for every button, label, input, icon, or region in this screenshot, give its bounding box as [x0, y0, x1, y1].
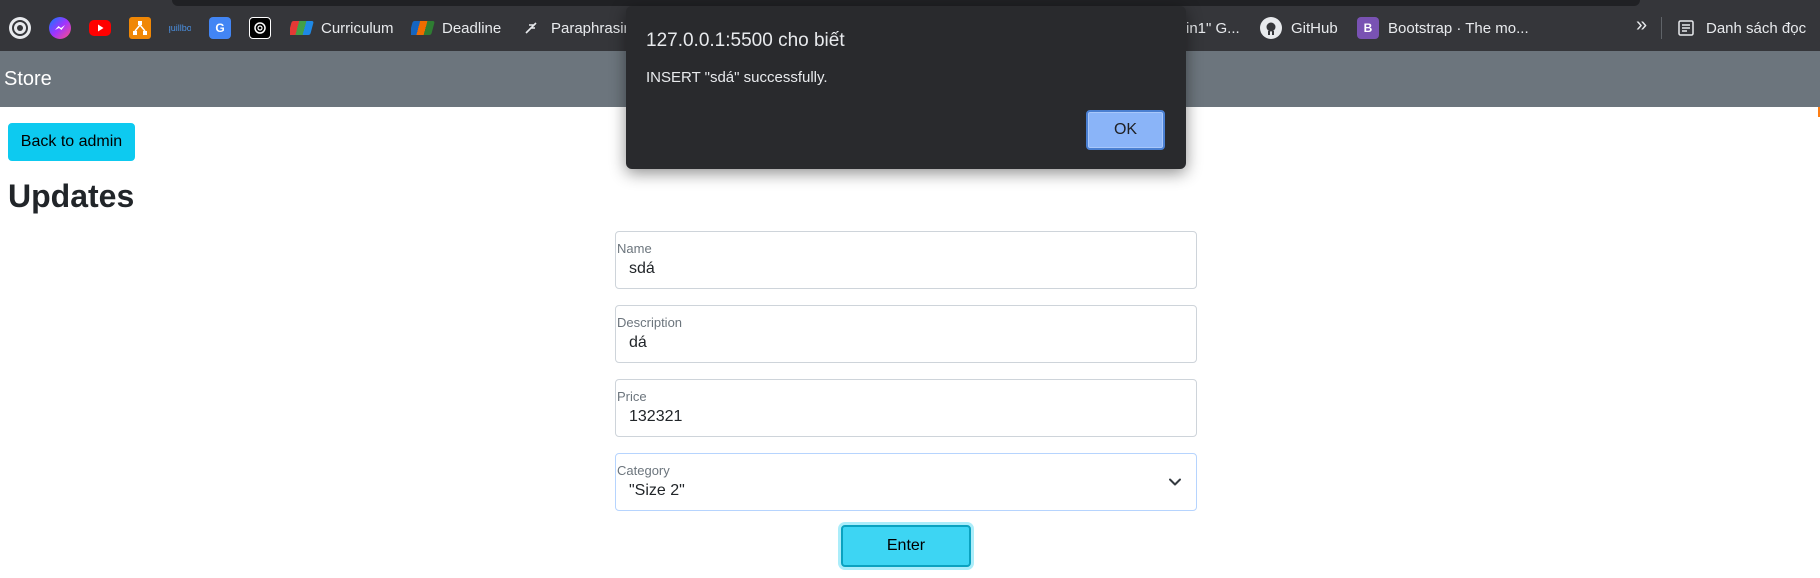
messenger-icon [49, 17, 71, 39]
name-value[interactable]: sdá [629, 260, 655, 278]
curriculum-icon [290, 21, 314, 35]
youtube-icon [89, 20, 111, 36]
enter-button[interactable]: Enter [841, 525, 971, 567]
translate-icon: G [209, 17, 231, 39]
page-title: Updates [8, 178, 135, 214]
price-field[interactable]: Price 132321 [615, 379, 1197, 437]
ok-button[interactable]: OK [1086, 110, 1165, 150]
price-label: Price [617, 389, 647, 404]
chevron-down-icon [1169, 478, 1181, 486]
bookmark-partial[interactable]: in1" G... [1186, 16, 1240, 40]
reader-icon [9, 17, 31, 39]
bookmark-diagram[interactable] [129, 16, 151, 40]
name-field[interactable]: Name sdá [615, 231, 1197, 289]
bookmark-github[interactable]: GitHub [1260, 16, 1338, 40]
category-label: Category [617, 463, 670, 478]
github-icon [1260, 17, 1282, 39]
category-select[interactable]: Category "Size 2" [615, 453, 1197, 511]
bookmark-label: Bootstrap · The mo... [1388, 19, 1529, 37]
price-value[interactable]: 132321 [629, 408, 682, 426]
fpt-icon [411, 21, 435, 35]
bookmark-label: Paraphrasin [551, 19, 630, 37]
diagram-icon [129, 17, 151, 39]
bookmarks-overflow-button[interactable]: » [1636, 14, 1647, 37]
quillbot-icon: quillbot [169, 23, 191, 33]
description-label: Description [617, 315, 683, 330]
bookmarks-divider [1661, 17, 1662, 39]
reading-list-icon [1675, 17, 1697, 39]
bookmark-deadline[interactable]: Deadline [411, 16, 501, 40]
alert-dialog: 127.0.0.1:5500 cho biết INSERT "sdá" suc… [626, 6, 1186, 169]
navbar-brand[interactable]: Store [4, 68, 52, 91]
name-label: Name [617, 241, 652, 256]
bookmark-paraphrasing[interactable]: Paraphrasin [520, 16, 630, 40]
description-field[interactable]: Description dá [615, 305, 1197, 363]
bookmark-label: in1" G... [1186, 19, 1240, 37]
description-value[interactable]: dá [629, 334, 647, 352]
bookmark-quillbot[interactable]: quillbot [169, 16, 191, 40]
reading-list-label: Danh sách đọc [1706, 19, 1807, 37]
bookmark-bootstrap[interactable]: B Bootstrap · The mo... [1357, 16, 1529, 40]
reading-list-button[interactable]: Danh sách đọc [1675, 16, 1806, 40]
bookmark-messenger[interactable] [49, 16, 71, 40]
back-to-admin-button[interactable]: Back to admin [8, 123, 135, 161]
category-value[interactable]: "Size 2" [629, 482, 685, 500]
bookmark-label: GitHub [1291, 19, 1338, 37]
dialog-message: INSERT "sdá" successfully. [646, 69, 828, 86]
bookmark-youtube[interactable] [89, 16, 111, 40]
bookmark-translate[interactable]: G [209, 16, 231, 40]
bookmark-label: Deadline [442, 19, 502, 37]
bookmark-label: Curriculum [321, 19, 394, 37]
bookmark-reader[interactable] [9, 16, 31, 40]
feather-icon [520, 17, 542, 39]
bookmark-curriculum[interactable]: Curriculum [290, 16, 394, 40]
dialog-origin: 127.0.0.1:5500 cho biết [646, 30, 845, 51]
chatgpt-icon [249, 17, 271, 39]
bootstrap-icon: B [1357, 17, 1379, 39]
bookmark-chatgpt[interactable] [249, 16, 271, 40]
